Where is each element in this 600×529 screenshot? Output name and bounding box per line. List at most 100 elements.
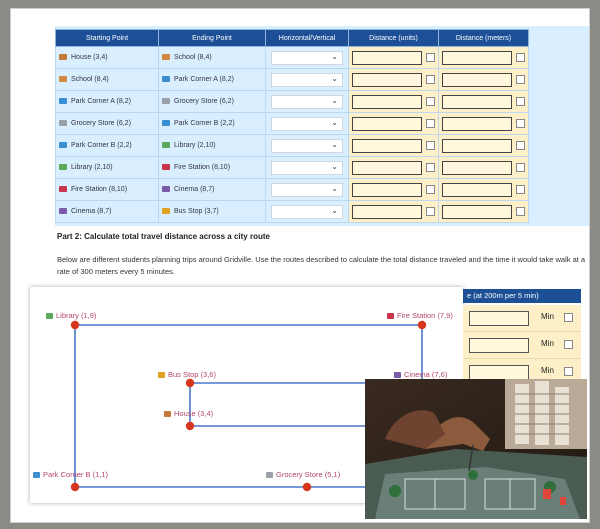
units-checkbox[interactable] [426,207,435,216]
start-cell: Grocery Store (6,2) [55,112,159,135]
meters-checkbox[interactable] [516,97,525,106]
units-checkbox[interactable] [426,75,435,84]
travel-time-panel: e (at 200m per 5 min) Min Min Min [463,287,581,387]
distance-meters-input[interactable] [442,94,512,109]
direction-select[interactable]: ⌄ [271,50,343,65]
units-checkbox[interactable] [426,53,435,62]
start-cell: Library (2,10) [55,156,159,179]
distance-units-input[interactable] [352,94,422,109]
distance-units-input[interactable] [352,116,422,131]
distance-units-input[interactable] [352,204,422,219]
chevron-down-icon: ⌄ [331,205,338,215]
house-icon [59,54,67,61]
routes-table: Starting Point Ending Point Horizontal/V… [55,29,529,223]
distance-meters-input[interactable] [442,204,512,219]
time-checkbox-3[interactable] [564,367,573,376]
direction-select[interactable]: ⌄ [271,116,343,131]
distance-units-input[interactable] [352,50,422,65]
distance-units-input[interactable] [352,160,422,175]
meters-checkbox[interactable] [516,53,525,62]
part2-description: Below are different students planning tr… [57,255,586,276]
meters-checkbox[interactable] [516,163,525,172]
park-icon [162,76,170,83]
meters-checkbox[interactable] [516,141,525,150]
units-checkbox[interactable] [426,141,435,150]
start-cell: Cinema (8,7) [55,200,159,223]
distance-meters-input[interactable] [442,182,512,197]
start-cell: Park Corner A (8,2) [55,90,159,113]
end-label: Park Corner A (8,2) [174,76,234,83]
units-checkbox[interactable] [426,185,435,194]
chevron-down-icon: ⌄ [331,161,338,171]
units-cell [348,112,439,135]
library-dot [70,320,80,330]
start-label: House (3,4) [71,54,108,61]
time-checkbox-1[interactable] [564,313,573,322]
direction-select[interactable]: ⌄ [271,94,343,109]
units-cell [348,134,439,157]
time-input-3[interactable] [469,365,529,380]
film-icon [394,372,401,379]
units-checkbox[interactable] [426,163,435,172]
chevron-down-icon: ⌄ [331,73,338,83]
direction-cell: ⌄ [265,90,349,113]
end-cell: Park Corner A (8,2) [158,68,266,91]
table-row: Park Corner A (8,2) Grocery Store (6,2) ⌄ [55,90,529,113]
distance-units-input[interactable] [352,182,422,197]
distance-meters-input[interactable] [442,138,512,153]
distance-meters-input[interactable] [442,72,512,87]
distance-units-input[interactable] [352,72,422,87]
time-row-1: Min [463,305,581,332]
chevron-down-icon: ⌄ [331,51,338,61]
end-cell: Fire Station (8,10) [158,156,266,179]
direction-select[interactable]: ⌄ [271,138,343,153]
house-icon [164,411,171,418]
distance-meters-input[interactable] [442,160,512,175]
meters-cell [438,46,529,69]
house-label-text: House (3,4) [174,409,214,418]
time-input-2[interactable] [469,338,529,353]
meters-checkbox[interactable] [516,185,525,194]
distance-meters-input[interactable] [442,50,512,65]
city-model-photo-svg [365,379,587,519]
meters-checkbox[interactable] [516,75,525,84]
distance-units-input[interactable] [352,138,422,153]
time-checkbox-2[interactable] [564,340,573,349]
film-icon [162,186,170,193]
direction-cell: ⌄ [265,156,349,179]
table-row: Cinema (8,7) Bus Stop (3,7) ⌄ [55,200,529,223]
direction-select[interactable]: ⌄ [271,204,343,219]
start-label: Library (2,10) [71,164,113,171]
label-house: House (3,4) [164,409,213,418]
direction-select[interactable]: ⌄ [271,160,343,175]
units-checkbox[interactable] [426,119,435,128]
meters-checkbox[interactable] [516,207,525,216]
direction-select[interactable]: ⌄ [271,182,343,197]
label-bus-stop: Bus Stop (3,6) [158,370,216,379]
meters-checkbox[interactable] [516,119,525,128]
label-park-corner-b: Park Corner B (1,1) [33,470,108,479]
direction-cell: ⌄ [265,68,349,91]
direction-select[interactable]: ⌄ [271,72,343,87]
fire-station-label-text: Fire Station (7,9) [397,311,453,320]
col-ending-point: Ending Point [158,29,266,47]
distance-meters-input[interactable] [442,116,512,131]
time-input-1[interactable] [469,311,529,326]
start-cell: Park Corner B (2,2) [55,134,159,157]
col-distance-meters: Distance (meters) [438,29,529,47]
park-icon [162,120,170,127]
fire-truck-icon [162,164,170,171]
bus-stop-dot [185,378,195,388]
label-fire-station: Fire Station (7,9) [387,311,453,320]
time-panel-header: e (at 200m per 5 min) [463,289,581,303]
end-cell: Grocery Store (6,2) [158,90,266,113]
start-label: School (8,4) [71,76,109,83]
direction-cell: ⌄ [265,112,349,135]
meters-cell [438,178,529,201]
school-icon [162,54,170,61]
table-row: School (8,4) Park Corner A (8,2) ⌄ [55,68,529,91]
park-icon [59,142,67,149]
fire-station-dot [417,320,427,330]
units-checkbox[interactable] [426,97,435,106]
end-label: Grocery Store (6,2) [174,98,234,105]
